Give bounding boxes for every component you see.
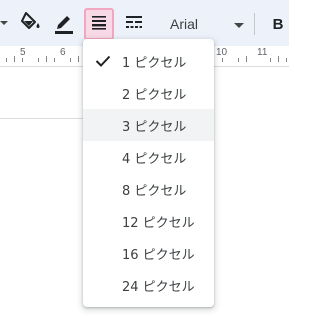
menu-item-16px[interactable]: 16 ピクセル <box>83 237 214 269</box>
menu-item-label: 4 ピクセル <box>122 151 187 167</box>
ruler-tick <box>246 56 247 62</box>
menu-item-label: 1 ピクセル <box>122 55 187 71</box>
font-family-select[interactable]: Arial <box>160 9 250 39</box>
ruler-tick <box>270 58 271 62</box>
ruler-label: 10 <box>216 47 228 58</box>
ruler-tick <box>286 58 287 62</box>
line-dash-icon <box>124 14 144 34</box>
menu-item-label: 16 ピクセル <box>122 247 195 263</box>
border-width-menu: 1 ピクセル 2 ピクセル 3 ピクセル 4 ピクセル 8 ピクセル 12 ピク… <box>83 39 214 307</box>
ruler-tick <box>238 58 239 62</box>
border-dash-button[interactable] <box>120 10 148 38</box>
menu-item-label: 8 ピクセル <box>122 183 187 199</box>
menu-item-8px[interactable]: 8 ピクセル <box>83 173 214 205</box>
ruler-tick <box>14 56 15 62</box>
border-width-button[interactable] <box>84 8 114 40</box>
chevron-down-icon[interactable] <box>0 18 8 30</box>
ruler-tick <box>46 56 47 62</box>
menu-item-1px[interactable]: 1 ピクセル <box>83 45 214 77</box>
menu-item-2px[interactable]: 2 ピクセル <box>83 77 214 109</box>
ruler-tick <box>22 58 23 62</box>
menu-item-label: 2 ピクセル <box>122 87 187 103</box>
ruler-label: 5 <box>20 47 26 58</box>
ruler-tick <box>54 58 55 62</box>
page-edge <box>0 118 83 119</box>
check-icon <box>95 54 111 68</box>
menu-item-3px[interactable]: 3 ピクセル <box>83 109 214 141</box>
menu-item-label: 3 ピクセル <box>122 119 187 135</box>
ruler-tick <box>278 56 279 62</box>
fill-color-button[interactable] <box>18 10 44 38</box>
pencil-icon <box>52 9 76 39</box>
ruler-tick <box>222 58 223 62</box>
menu-item-label: 24 ピクセル <box>122 279 195 295</box>
toolbar-divider <box>254 13 255 35</box>
ruler-tick <box>6 58 7 62</box>
menu-item-4px[interactable]: 4 ピクセル <box>83 141 214 173</box>
bold-button[interactable]: B <box>268 10 288 38</box>
ruler-label: 11 <box>257 47 268 58</box>
line-weight-icon <box>90 14 108 34</box>
border-color-button[interactable] <box>50 10 78 38</box>
menu-item-12px[interactable]: 12 ピクセル <box>83 205 214 237</box>
paint-bucket-icon <box>20 10 42 38</box>
menu-item-24px[interactable]: 24 ピクセル <box>83 269 214 301</box>
menu-item-label: 12 ピクセル <box>122 215 195 231</box>
ruler-label: 6 <box>60 47 66 58</box>
font-family-value: Arial <box>170 16 199 32</box>
ruler-tick <box>78 56 79 62</box>
ruler-tick <box>38 58 39 62</box>
chevron-down-icon <box>234 16 244 32</box>
ruler-tick <box>70 58 71 62</box>
